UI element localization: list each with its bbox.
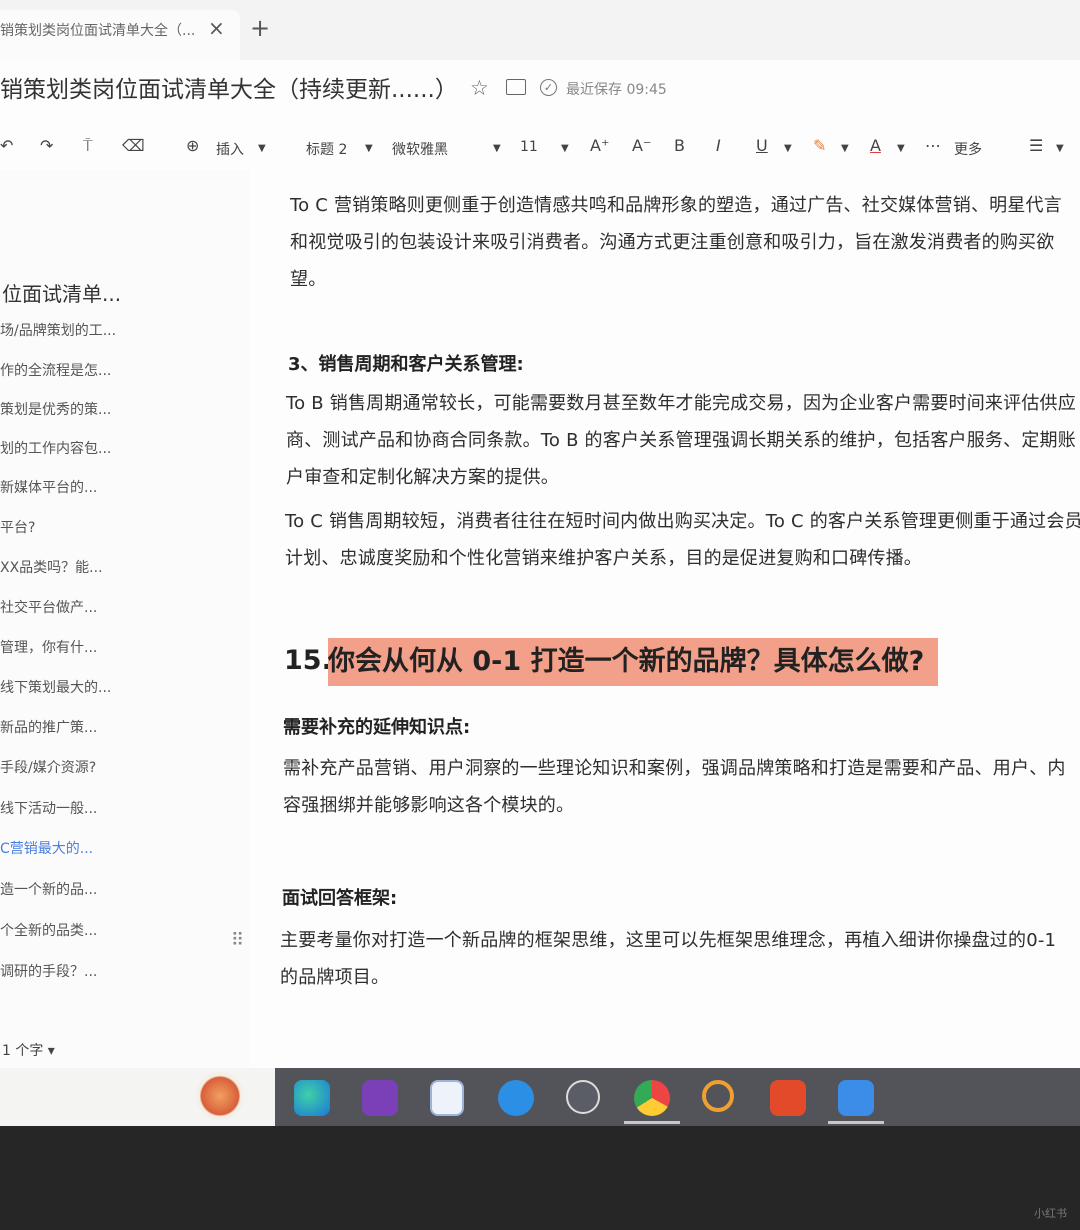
wps-icon[interactable]: [770, 1080, 806, 1116]
move-folder-icon[interactable]: [506, 79, 526, 95]
outline-item[interactable]: 管理，你有什...: [0, 637, 97, 657]
outline-item[interactable]: 线下活动一般...: [0, 798, 97, 818]
font-caret-icon[interactable]: ▼: [493, 143, 501, 154]
edge-icon[interactable]: [294, 1080, 330, 1116]
question-number: 15.: [284, 645, 332, 676]
font-shrink-icon[interactable]: A⁻: [632, 136, 651, 155]
italic-icon[interactable]: I: [716, 136, 721, 155]
paragraph-extended-knowledge: 需补充产品营销、用户洞察的一些理论知识和案例，强调品牌策略和打造是需要和产品、用…: [283, 758, 1066, 816]
format-toolbar: [0, 130, 1080, 170]
paragraph-toc-strategy: To C 营销策略则更侧重于创造情感共鸣和品牌形象的塑造，通过广告、社交媒体营销…: [290, 195, 1062, 290]
font-family-select[interactable]: 微软雅黑: [392, 139, 448, 159]
outline-item[interactable]: 造一个新的品...: [0, 879, 97, 899]
outline-item[interactable]: 手段/媒介资源?: [0, 757, 96, 777]
more-button[interactable]: 更多: [954, 139, 982, 159]
word-count[interactable]: 1 个字 ▾: [2, 1040, 55, 1060]
subheading-answer-framework: 面试回答框架:: [282, 888, 398, 909]
heading-caret-icon[interactable]: ▼: [365, 143, 373, 154]
sogou-icon[interactable]: [498, 1080, 534, 1116]
insert-plus-icon[interactable]: ⊕: [186, 136, 199, 155]
chrome-running-indicator: [624, 1121, 680, 1124]
heading-style-select[interactable]: 标题 2: [306, 139, 347, 159]
watermark: 小红书: [1034, 1207, 1067, 1220]
tab-title[interactable]: 销策划类岗位面试清单大全（...: [0, 20, 195, 40]
feishu-icon[interactable]: [838, 1080, 874, 1116]
more-dots-icon[interactable]: ⋯: [925, 136, 941, 155]
font-color-icon[interactable]: A: [870, 136, 881, 155]
section-heading-sales-cycle: 3、销售周期和客户关系管理:: [288, 354, 524, 375]
format-painter-icon[interactable]: ⍑: [83, 136, 93, 156]
highlight-caret-icon[interactable]: ▼: [841, 143, 849, 154]
highlight-icon[interactable]: ✎: [813, 136, 826, 155]
document-title[interactable]: 销策划类岗位面试清单大全（持续更新......）: [0, 70, 458, 104]
outline-item[interactable]: 平台?: [0, 517, 35, 537]
outline-item[interactable]: 新品的推广策...: [0, 717, 97, 737]
subheading-extended-knowledge: 需要补充的延伸知识点:: [283, 717, 471, 738]
redo-icon[interactable]: ↷: [40, 136, 53, 155]
outline-title[interactable]: 位面试清单...: [2, 278, 121, 307]
new-tab-icon[interactable]: +: [250, 14, 270, 42]
list-caret-icon[interactable]: ▼: [1056, 143, 1064, 154]
outline-item[interactable]: 新媒体平台的...: [0, 477, 97, 497]
size-caret-icon[interactable]: ▼: [561, 143, 569, 154]
files-icon[interactable]: [430, 1080, 464, 1116]
font-color-caret-icon[interactable]: ▼: [897, 143, 905, 154]
tab-close-icon[interactable]: ×: [208, 16, 225, 40]
insert-menu-button[interactable]: 插入: [216, 139, 244, 159]
insert-caret-icon[interactable]: ▼: [258, 143, 266, 154]
chrome-icon[interactable]: [634, 1080, 670, 1116]
outline-item[interactable]: C营销最大的...: [0, 838, 93, 858]
font-grow-icon[interactable]: A⁺: [590, 136, 609, 155]
outline-item[interactable]: 个全新的品类...: [0, 920, 97, 940]
font-size-select[interactable]: 11: [520, 139, 538, 155]
outline-item[interactable]: 场/品牌策划的工...: [0, 320, 116, 340]
saved-check-icon: ✓: [540, 79, 557, 96]
list-icon[interactable]: ☰: [1029, 136, 1043, 155]
paragraph-answer-framework: 主要考量你对打造一个新品牌的框架思维，这里可以先框架思维理念，再植入细讲你操盘过…: [280, 930, 1057, 988]
block-drag-handle-icon[interactable]: ⠿: [231, 930, 245, 951]
paragraph-toc-cycle: To C 销售周期较短，消费者往往在短时间内做出购买决定。To C 的客户关系管…: [285, 511, 1080, 569]
underline-caret-icon[interactable]: ▼: [784, 143, 792, 154]
underline-icon[interactable]: U: [756, 136, 768, 155]
outline-item[interactable]: 线下策划最大的...: [0, 677, 111, 697]
decorative-flower-icon: [196, 1072, 244, 1120]
outline-item[interactable]: 划的工作内容包...: [0, 438, 111, 458]
monitor-bezel: [0, 1126, 1080, 1230]
search-app-icon[interactable]: [702, 1080, 734, 1112]
outline-item[interactable]: 调研的手段？...: [0, 961, 97, 981]
paragraph-tob-cycle: To B 销售周期通常较长，可能需要数月甚至数年才能完成交易，因为企业客户需要时…: [286, 393, 1076, 488]
feishu-running-indicator: [828, 1121, 884, 1124]
question-heading-highlighted: 你会从何从 0-1 打造一个新的品牌？具体怎么做?: [328, 638, 939, 686]
onenote-icon[interactable]: [362, 1080, 398, 1116]
bold-icon[interactable]: B: [674, 136, 685, 155]
outline-item[interactable]: 策划是优秀的策...: [0, 399, 111, 419]
outline-item[interactable]: 作的全流程是怎...: [0, 360, 111, 380]
save-status: 最近保存 09:45: [566, 82, 667, 98]
undo-icon[interactable]: ↶: [0, 136, 13, 155]
clear-format-icon[interactable]: ⌫: [122, 136, 145, 155]
star-icon[interactable]: ☆: [470, 76, 489, 100]
outline-item[interactable]: XX品类吗？能...: [0, 557, 103, 577]
outline-item[interactable]: 社交平台做产...: [0, 597, 97, 617]
dots-app-icon[interactable]: [566, 1080, 600, 1114]
